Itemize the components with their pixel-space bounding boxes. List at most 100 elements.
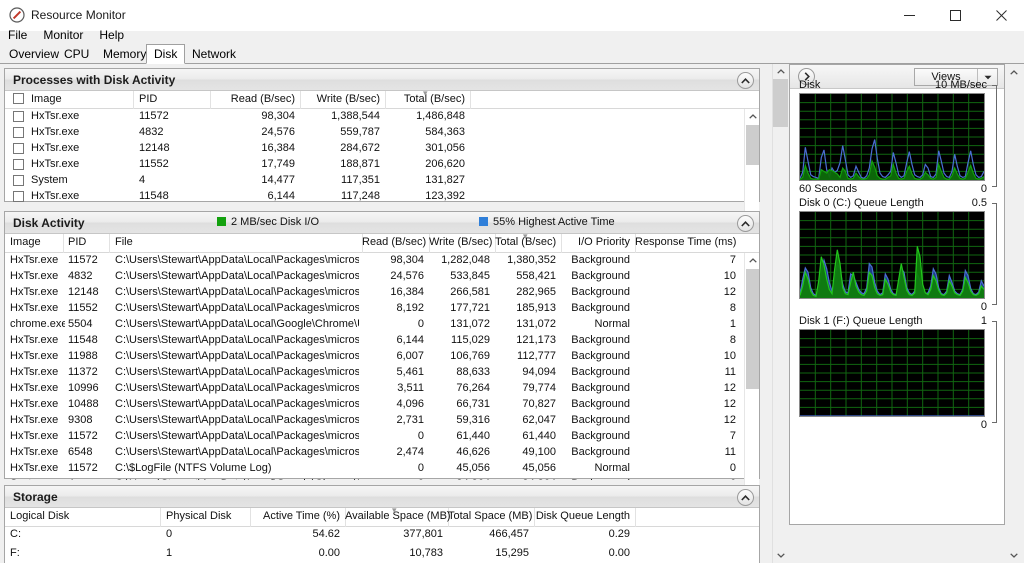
cell-image: HxTsr.exe: [31, 110, 131, 122]
tab-network[interactable]: Network: [185, 46, 243, 64]
table-row[interactable]: HxTsr.exe11572C:\Users\Stewart\AppData\L…: [5, 253, 759, 269]
left-column: Processes with Disk Activity Image: [0, 64, 772, 563]
col-header-file[interactable]: File: [115, 236, 133, 248]
storage-collapse-button[interactable]: [737, 489, 754, 506]
row-checkbox[interactable]: [13, 191, 24, 202]
scroll-thumb[interactable]: [746, 269, 759, 389]
cell-total: 1,380,352: [495, 254, 556, 266]
cell-read: 17,749: [210, 158, 295, 170]
cell-image: HxTsr.exe: [31, 158, 131, 170]
table-row[interactable]: HxTsr.exe1157298,3041,388,5441,486,848: [5, 109, 759, 125]
col-header-image[interactable]: Image: [10, 236, 41, 248]
table-row[interactable]: HxTsr.exe4832C:\Users\Stewart\AppData\Lo…: [5, 269, 759, 285]
cell-pid: 4832: [68, 270, 108, 282]
col-header-image[interactable]: Image: [31, 93, 62, 105]
cell-response-time: 12: [635, 382, 736, 394]
table-row[interactable]: HxTsr.exe9308C:\Users\Stewart\AppData\Lo…: [5, 413, 759, 429]
processes-collapse-button[interactable]: [737, 72, 754, 89]
table-row[interactable]: HxTsr.exe11372C:\Users\Stewart\AppData\L…: [5, 365, 759, 381]
table-row[interactable]: HxTsr.exe115486,144117,248123,392: [5, 189, 759, 204]
table-row[interactable]: System4C:\Users\Stewart\AppData\Local\Go…: [5, 477, 759, 480]
cell-total-space: 466,457: [448, 528, 529, 540]
col-header-total-space[interactable]: Total Space (MB): [448, 510, 529, 522]
cell-io-priority: Background: [561, 254, 630, 266]
table-row[interactable]: C:054.62377,801466,4570.29: [5, 527, 759, 546]
col-header-pid[interactable]: PID: [68, 236, 86, 248]
cell-pid: 10488: [68, 398, 108, 410]
table-row[interactable]: chrome.exe5504C:\Users\Stewart\AppData\L…: [5, 317, 759, 333]
scroll-down-arrow[interactable]: [773, 548, 788, 563]
outer-right-scrollbar[interactable]: [1006, 64, 1022, 563]
menu-item-help[interactable]: Help: [91, 25, 132, 45]
graph-time-span-label: 60 Seconds: [799, 183, 857, 195]
table-row[interactable]: HxTsr.exe11988C:\Users\Stewart\AppData\L…: [5, 349, 759, 365]
cell-pid: 12148: [68, 286, 108, 298]
minimize-button[interactable]: [886, 0, 932, 31]
table-row[interactable]: HxTsr.exe11552C:\Users\Stewart\AppData\L…: [5, 301, 759, 317]
table-row[interactable]: HxTsr.exe1214816,384284,672301,056: [5, 141, 759, 157]
table-row[interactable]: HxTsr.exe12148C:\Users\Stewart\AppData\L…: [5, 285, 759, 301]
table-row[interactable]: System414,477117,351131,827: [5, 173, 759, 189]
scroll-up-arrow[interactable]: [773, 64, 788, 79]
cell-read: 16,384: [210, 142, 295, 154]
col-header-io-priority[interactable]: I/O Priority: [561, 236, 630, 248]
cell-total: 45,056: [495, 462, 556, 474]
cell-image: HxTsr.exe: [10, 414, 65, 426]
table-row[interactable]: HxTsr.exe6548C:\Users\Stewart\AppData\Lo…: [5, 445, 759, 461]
table-row[interactable]: HxTsr.exe11572C:\Users\Stewart\AppData\L…: [5, 429, 759, 445]
main-window-scrollbar[interactable]: [772, 64, 787, 563]
menu-item-file[interactable]: File: [0, 25, 35, 45]
tab-disk[interactable]: Disk: [146, 44, 185, 64]
cell-image: HxTsr.exe: [10, 302, 65, 314]
graph-title: Disk 1 (F:) Queue Length: [799, 315, 923, 327]
row-checkbox[interactable]: [13, 111, 24, 122]
processes-scrollbar[interactable]: [744, 109, 759, 222]
cell-write: 533,845: [429, 270, 490, 282]
cell-write: 66,731: [429, 398, 490, 410]
col-header-write[interactable]: Write (B/sec): [300, 93, 380, 105]
table-row[interactable]: HxTsr.exe11572C:\$LogFile (NTFS Volume L…: [5, 461, 759, 477]
table-row[interactable]: HxTsr.exe483224,576559,787584,363: [5, 125, 759, 141]
col-header-pid[interactable]: PID: [139, 93, 157, 105]
menu-item-monitor[interactable]: Monitor: [35, 25, 91, 45]
tab-cpu[interactable]: CPU: [57, 46, 96, 64]
row-checkbox[interactable]: [13, 143, 24, 154]
scroll-thumb[interactable]: [773, 79, 788, 127]
graph-max-label: 0.5: [972, 197, 987, 209]
scroll-up-arrow[interactable]: [745, 109, 760, 124]
cell-io-priority: Background: [561, 286, 630, 298]
col-header-response-time[interactable]: Response Time (ms): [635, 236, 736, 248]
disk-1-f-queue-length-graph: Disk 1 (F:) Queue Length10: [799, 315, 997, 431]
row-checkbox[interactable]: [13, 127, 24, 138]
select-all-checkbox[interactable]: [13, 93, 24, 104]
cell-io-priority: Background: [561, 302, 630, 314]
scroll-thumb[interactable]: [746, 125, 759, 165]
col-header-read[interactable]: Read (B/sec): [362, 236, 424, 248]
col-header-disk-queue-length[interactable]: Disk Queue Length: [534, 510, 630, 522]
disk-activity-scrollbar[interactable]: [744, 253, 759, 500]
row-checkbox[interactable]: [13, 159, 24, 170]
tab-memory[interactable]: Memory: [96, 46, 153, 64]
row-checkbox[interactable]: [13, 175, 24, 186]
table-row[interactable]: HxTsr.exe1155217,749188,871206,620: [5, 157, 759, 173]
col-header-read[interactable]: Read (B/sec): [210, 93, 295, 105]
close-button[interactable]: [978, 0, 1024, 31]
table-row[interactable]: HxTsr.exe11548C:\Users\Stewart\AppData\L…: [5, 333, 759, 349]
maximize-button[interactable]: [932, 0, 978, 31]
scroll-up-arrow[interactable]: [745, 253, 760, 268]
table-row[interactable]: F:10.0010,78315,2950.00: [5, 546, 759, 563]
cell-write: 559,787: [300, 126, 380, 138]
col-header-write[interactable]: Write (B/sec): [429, 236, 490, 248]
disk-activity-collapse-button[interactable]: [737, 215, 754, 232]
scroll-up-arrow[interactable]: [1006, 64, 1022, 80]
col-header-logical-disk[interactable]: Logical Disk: [10, 510, 69, 522]
col-header-active-time[interactable]: Active Time (%): [250, 510, 340, 522]
table-row[interactable]: HxTsr.exe10996C:\Users\Stewart\AppData\L…: [5, 381, 759, 397]
cell-write: 266,581: [429, 286, 490, 298]
cell-physical-disk: 0: [166, 528, 236, 540]
cell-disk-queue-length: 0.00: [534, 547, 630, 559]
col-header-physical-disk[interactable]: Physical Disk: [166, 510, 231, 522]
scroll-down-arrow[interactable]: [1006, 547, 1022, 563]
table-row[interactable]: HxTsr.exe10488C:\Users\Stewart\AppData\L…: [5, 397, 759, 413]
resource-monitor-window: Resource Monitor File Monitor Help Overv…: [0, 0, 1024, 563]
